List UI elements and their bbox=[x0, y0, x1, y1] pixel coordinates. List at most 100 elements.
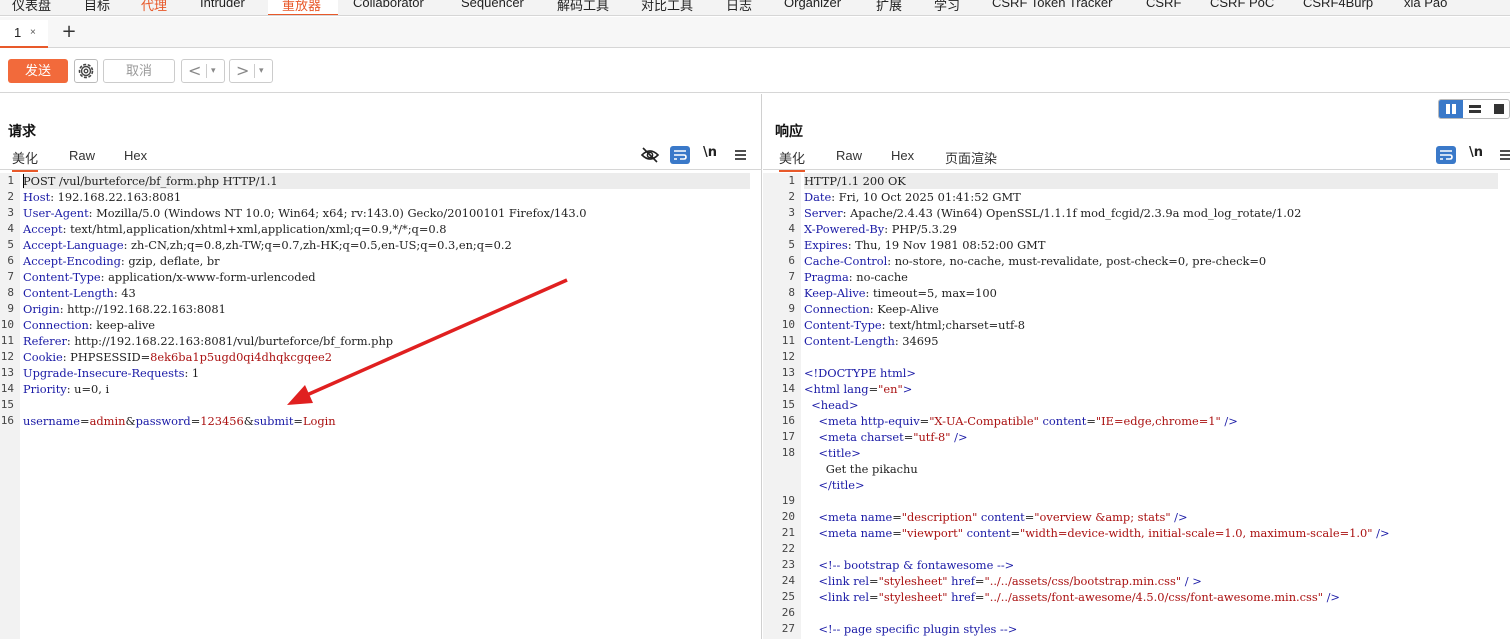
split-vertical-button[interactable] bbox=[1463, 100, 1487, 118]
square-icon bbox=[1494, 104, 1504, 114]
code-line: Content-Length: 34695 bbox=[804, 334, 939, 348]
newline-icon[interactable]: \n bbox=[703, 145, 723, 163]
menu-intruder[interactable]: Intruder bbox=[200, 0, 245, 10]
send-button[interactable]: 发送 bbox=[8, 59, 68, 83]
code-line: </title> bbox=[804, 478, 865, 492]
code-line: Priority: u=0, i bbox=[23, 382, 110, 396]
menu-icon[interactable] bbox=[732, 146, 752, 164]
line-number: 11 bbox=[0, 334, 14, 347]
line-number: 5 bbox=[788, 238, 795, 251]
line-number: 18 bbox=[781, 446, 795, 459]
response-title: 响应 bbox=[775, 123, 803, 139]
newline-icon[interactable]: \n bbox=[1469, 145, 1489, 163]
line-number: 17 bbox=[781, 430, 795, 443]
line-number: 4 bbox=[7, 222, 14, 235]
single-view-button[interactable] bbox=[1487, 100, 1509, 118]
menu-csrf[interactable]: CSRF bbox=[1146, 0, 1181, 10]
close-icon[interactable]: × bbox=[30, 27, 36, 38]
menu-collaborator[interactable]: Collaborator bbox=[353, 0, 424, 10]
gear-icon bbox=[78, 63, 94, 79]
wrap-lines-icon[interactable] bbox=[670, 146, 690, 164]
menu-learn[interactable]: 学习 bbox=[934, 0, 960, 14]
line-number: 15 bbox=[781, 398, 795, 411]
menu-sequencer[interactable]: Sequencer bbox=[461, 0, 524, 10]
menu-repeater[interactable]: 重放器 bbox=[282, 0, 322, 14]
code-line: <!DOCTYPE html> bbox=[804, 366, 916, 380]
chevron-right-icon: > bbox=[236, 61, 250, 80]
chevron-down-icon[interactable]: ▾ bbox=[259, 60, 264, 82]
add-tab-icon[interactable]: + bbox=[61, 21, 77, 42]
code-line: Content-Length: 43 bbox=[23, 286, 136, 300]
request-panel: 请求 美化 Raw Hex \n 1 POST /vul/burteforce/b… bbox=[0, 94, 762, 639]
current-line-highlight bbox=[804, 173, 1498, 189]
line-number: 11 bbox=[781, 334, 795, 347]
chevron-down-icon[interactable]: ▾ bbox=[211, 60, 216, 82]
menu-xia-pao[interactable]: xia Pao bbox=[1404, 0, 1447, 10]
line-number: 23 bbox=[781, 558, 795, 571]
line-number: 6 bbox=[7, 254, 14, 267]
code-line: Cache-Control: no-store, no-cache, must-… bbox=[804, 254, 1267, 268]
code-line: <meta http-equiv="X-UA-Compatible" conte… bbox=[804, 414, 1238, 428]
settings-button[interactable] bbox=[74, 59, 98, 83]
code-line: Referer: http://192.168.22.163:8081/vul/… bbox=[23, 334, 394, 348]
menu-decoder[interactable]: 解码工具 bbox=[557, 0, 609, 14]
split-horizontal-button[interactable] bbox=[1439, 100, 1463, 118]
line-number: 16 bbox=[781, 414, 795, 427]
line-number: 24 bbox=[781, 574, 795, 587]
code-line: Accept-Language: zh-CN,zh;q=0.8,zh-TW;q=… bbox=[23, 238, 512, 252]
tab-hex[interactable]: Hex bbox=[124, 148, 147, 163]
line-number: 12 bbox=[0, 350, 14, 363]
cancel-button[interactable]: 取消 bbox=[103, 59, 175, 83]
line-number: 13 bbox=[781, 366, 795, 379]
menu-csrf4burp[interactable]: CSRF4Burp bbox=[1303, 0, 1373, 10]
repeater-tab-1[interactable]: 1 × bbox=[0, 20, 48, 48]
code-line: Origin: http://192.168.22.163:8081 bbox=[23, 302, 226, 316]
divider bbox=[0, 169, 762, 170]
code-line: POST /vul/burteforce/bf_form.php HTTP/1.… bbox=[23, 174, 278, 188]
menu-organizer[interactable]: Organizer bbox=[784, 0, 841, 10]
tab-raw[interactable]: Raw bbox=[69, 148, 95, 163]
line-number: 6 bbox=[788, 254, 795, 267]
forward-button[interactable]: > ▾ bbox=[229, 59, 273, 83]
line-number: 1 bbox=[7, 174, 14, 187]
back-button[interactable]: < ▾ bbox=[181, 59, 225, 83]
line-number: 12 bbox=[781, 350, 795, 363]
menu-comparer[interactable]: 对比工具 bbox=[641, 0, 693, 14]
response-view-tabs: 美化 Raw Hex 页面渲染 bbox=[763, 146, 1510, 172]
line-number: 26 bbox=[781, 606, 795, 619]
code-line: Host: 192.168.22.163:8081 bbox=[23, 190, 182, 204]
code-line: <meta charset="utf-8" /> bbox=[804, 430, 968, 444]
line-number: 19 bbox=[781, 494, 795, 507]
tab-render[interactable]: 页面渲染 bbox=[945, 148, 997, 167]
request-title: 请求 bbox=[8, 123, 36, 139]
line-number: 20 bbox=[781, 510, 795, 523]
code-line: Accept-Encoding: gzip, deflate, br bbox=[23, 254, 220, 268]
line-number: 10 bbox=[781, 318, 795, 331]
menu-target[interactable]: 目标 bbox=[84, 0, 110, 14]
rows-icon bbox=[1469, 105, 1481, 113]
wrap-lines-icon[interactable] bbox=[1436, 146, 1456, 164]
menu-dashboard[interactable]: 仪表盘 bbox=[12, 0, 51, 14]
code-line: Content-Type: application/x-www-form-url… bbox=[23, 270, 316, 284]
code-line: Pragma: no-cache bbox=[804, 270, 908, 284]
menu-csrf-poc[interactable]: CSRF PoC bbox=[1210, 0, 1274, 10]
line-number: 14 bbox=[0, 382, 14, 395]
menu-logger[interactable]: 日志 bbox=[726, 0, 752, 14]
line-number: 2 bbox=[788, 190, 795, 203]
code-line: <link rel="stylesheet" href="../../asset… bbox=[804, 574, 1202, 588]
top-menu-bar: 仪表盘 目标 代理 Intruder 重放器 Collaborator Sequ… bbox=[0, 0, 1510, 16]
line-number: 1 bbox=[788, 174, 795, 187]
tab-hex[interactable]: Hex bbox=[891, 148, 914, 163]
menu-proxy[interactable]: 代理 bbox=[141, 0, 167, 14]
menu-icon[interactable] bbox=[1498, 146, 1510, 164]
line-number: 21 bbox=[781, 526, 795, 539]
code-line: <title> bbox=[804, 446, 861, 460]
tab-raw[interactable]: Raw bbox=[836, 148, 862, 163]
menu-csrf-token-tracker[interactable]: CSRF Token Tracker bbox=[992, 0, 1112, 10]
code-line: <html lang="en"> bbox=[804, 382, 913, 396]
menu-extensions[interactable]: 扩展 bbox=[876, 0, 902, 14]
line-number: 16 bbox=[0, 414, 14, 427]
response-panel: 响应 美化 Raw Hex 页面渲染 \n 1 HTTP/1.1 200 OK 2 D… bbox=[763, 94, 1510, 639]
eye-off-icon[interactable] bbox=[640, 146, 660, 164]
divider bbox=[254, 64, 255, 78]
